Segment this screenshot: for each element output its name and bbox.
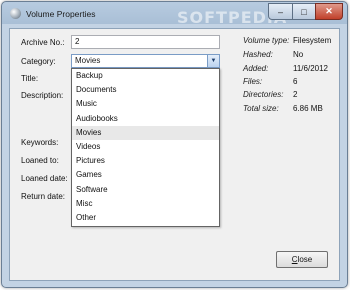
title-bar[interactable]: Volume Properties SOFTPEDIA – □ ✕ <box>2 2 347 28</box>
category-select[interactable]: Movies ▼ <box>71 54 220 68</box>
volume-type-value: Filesystem <box>293 36 332 45</box>
added-value: 11/6/2012 <box>293 64 328 73</box>
description-label: Description: <box>21 91 64 100</box>
volume-type-label: Volume type: <box>243 36 290 45</box>
files-value: 6 <box>293 77 298 86</box>
category-option[interactable]: Misc <box>72 197 219 211</box>
category-dropdown-list: Backup Documents Music Audiobooks Movies Vide… <box>71 68 220 227</box>
close-icon: ✕ <box>325 6 333 16</box>
minimize-icon: – <box>277 6 283 17</box>
dialog-body: Archive No.: 2 Category: Movies ▼ Title:… <box>9 28 340 281</box>
close-button[interactable]: Close <box>276 251 328 268</box>
hashed-label: Hashed: <box>243 50 273 59</box>
category-option[interactable]: Videos <box>72 140 219 154</box>
close-button-label: lose <box>297 255 313 264</box>
archive-no-input[interactable]: 2 <box>71 35 220 49</box>
category-option[interactable]: Games <box>72 168 219 182</box>
category-option[interactable]: Movies <box>72 125 219 140</box>
category-label: Category: <box>21 57 56 66</box>
app-icon <box>10 8 21 19</box>
category-option[interactable]: Pictures <box>72 154 219 168</box>
directories-label: Directories: <box>243 90 284 99</box>
total-size-label: Total size: <box>243 104 279 113</box>
category-option[interactable]: Music <box>72 97 219 111</box>
category-option[interactable]: Software <box>72 183 219 197</box>
files-label: Files: <box>243 77 263 86</box>
added-label: Added: <box>243 64 269 73</box>
category-selected-value: Movies <box>75 56 101 65</box>
maximize-button[interactable]: □ <box>292 3 316 20</box>
total-size-value: 6.86 MB <box>293 104 323 113</box>
minimize-button[interactable]: – <box>268 3 293 20</box>
close-window-button[interactable]: ✕ <box>315 3 343 20</box>
return-date-label: Return date: <box>21 192 66 201</box>
category-option[interactable]: Other <box>72 211 219 225</box>
title-label: Title: <box>21 74 39 83</box>
hashed-value: No <box>293 50 304 59</box>
chevron-down-icon[interactable]: ▼ <box>207 55 219 67</box>
category-option[interactable]: Audiobooks <box>72 112 219 126</box>
volume-properties-window: Volume Properties SOFTPEDIA – □ ✕ Archiv… <box>1 1 348 288</box>
category-option[interactable]: Backup <box>72 69 219 83</box>
archive-no-label: Archive No.: <box>21 38 65 47</box>
maximize-icon: □ <box>301 6 307 17</box>
loaned-date-label: Loaned date: <box>21 174 68 183</box>
keywords-label: Keywords: <box>21 138 59 147</box>
window-title: Volume Properties <box>26 9 96 19</box>
loaned-to-label: Loaned to: <box>21 156 59 165</box>
category-option[interactable]: Documents <box>72 83 219 97</box>
directories-value: 2 <box>293 90 298 99</box>
